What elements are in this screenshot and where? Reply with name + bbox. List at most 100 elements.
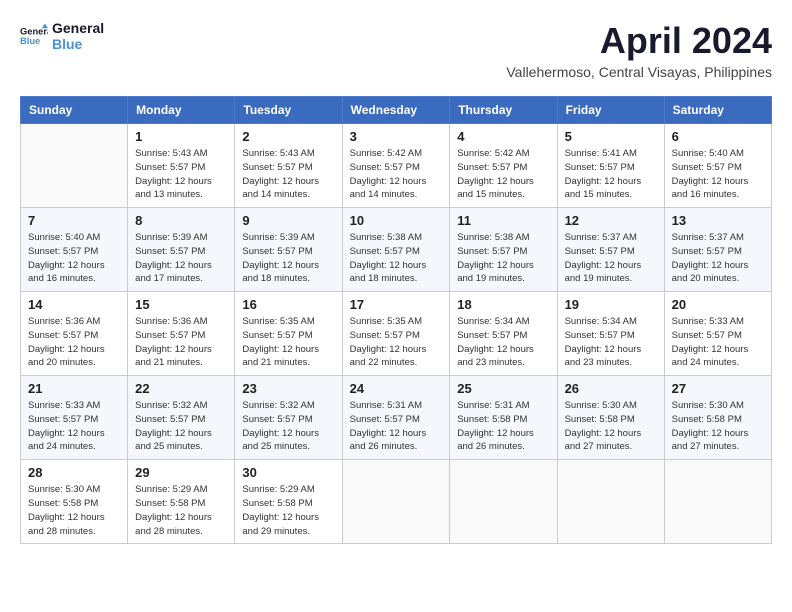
calendar-cell: 22Sunrise: 5:32 AM Sunset: 5:57 PM Dayli… [128,376,235,460]
calendar-cell: 24 Sunrise: 5:31 AM Sunset: 5:57 PM Dayli… [342,376,450,460]
calendar-cell: 20 Sunrise: 5:33 AM Sunset: 5:57 PM Dayli… [664,292,771,376]
day-info: Sunrise: 5:40 AM Sunset: 5:57 PM Dayligh… [28,231,120,286]
day-number: 5 [565,129,657,144]
day-of-week-header: Tuesday [235,97,342,124]
calendar-cell [557,460,664,544]
calendar-cell: 13Sunrise: 5:37 AM Sunset: 5:57 PM Dayli… [664,208,771,292]
day-number: 23 [242,381,334,396]
calendar-cell: 9Sunrise: 5:39 AM Sunset: 5:57 PM Daylig… [235,208,342,292]
day-info: Sunrise: 5:30 AM Sunset: 5:58 PM Dayligh… [565,399,657,454]
day-info: Sunrise: 5:29 AM Sunset: 5:58 PM Dayligh… [242,483,334,538]
calendar-table: SundayMondayTuesdayWednesdayThursdayFrid… [20,96,772,544]
calendar-week-row: 28 Sunrise: 5:30 AM Sunset: 5:58 PM Dayli… [21,460,772,544]
day-number: 1 [135,129,227,144]
day-info: Sunrise: 5:42 AM Sunset: 5:57 PM Dayligh… [350,147,443,202]
day-info: Sunrise: 5:41 AM Sunset: 5:57 PM Dayligh… [565,147,657,202]
day-number: 26 [565,381,657,396]
svg-text:Blue: Blue [20,36,40,46]
calendar-cell: 26 Sunrise: 5:30 AM Sunset: 5:58 PM Dayli… [557,376,664,460]
day-info: Sunrise: 5:40 AM Sunset: 5:57 PM Dayligh… [672,147,764,202]
day-info: Sunrise: 5:36 AM Sunset: 5:57 PM Dayligh… [28,315,120,370]
calendar-cell: 11 Sunrise: 5:38 AM Sunset: 5:57 PM Dayli… [450,208,557,292]
day-number: 21 [28,381,120,396]
day-number: 22 [135,381,227,396]
calendar-cell [450,460,557,544]
day-of-week-header: Wednesday [342,97,450,124]
day-of-week-header: Saturday [664,97,771,124]
day-info: Sunrise: 5:38 AM Sunset: 5:57 PM Dayligh… [350,231,443,286]
day-info: Sunrise: 5:37 AM Sunset: 5:57 PM Dayligh… [565,231,657,286]
day-of-week-header: Friday [557,97,664,124]
calendar-header-row: SundayMondayTuesdayWednesdayThursdayFrid… [21,97,772,124]
calendar-cell: 25 Sunrise: 5:31 AM Sunset: 5:58 PM Dayli… [450,376,557,460]
day-of-week-header: Sunday [21,97,128,124]
day-number: 15 [135,297,227,312]
day-info: Sunrise: 5:34 AM Sunset: 5:57 PM Dayligh… [565,315,657,370]
day-number: 28 [28,465,120,480]
day-number: 30 [242,465,334,480]
calendar-week-row: 14 Sunrise: 5:36 AM Sunset: 5:57 PM Dayli… [21,292,772,376]
calendar-title: April 2024 [506,20,772,62]
day-info: Sunrise: 5:33 AM Sunset: 5:57 PM Dayligh… [672,315,764,370]
day-number: 13 [672,213,764,228]
calendar-cell: 8 Sunrise: 5:39 AM Sunset: 5:57 PM Daylig… [128,208,235,292]
day-number: 18 [457,297,549,312]
day-info: Sunrise: 5:34 AM Sunset: 5:57 PM Dayligh… [457,315,549,370]
day-info: Sunrise: 5:32 AM Sunset: 5:57 PM Dayligh… [242,399,334,454]
day-number: 17 [350,297,443,312]
day-number: 16 [242,297,334,312]
calendar-cell: 19 Sunrise: 5:34 AM Sunset: 5:57 PM Dayli… [557,292,664,376]
day-info: Sunrise: 5:39 AM Sunset: 5:57 PM Dayligh… [242,231,334,286]
day-number: 19 [565,297,657,312]
calendar-cell: 5 Sunrise: 5:41 AM Sunset: 5:57 PM Daylig… [557,124,664,208]
day-number: 10 [350,213,443,228]
logo-text-general: General [52,20,104,36]
day-number: 25 [457,381,549,396]
calendar-subtitle: Vallehermoso, Central Visayas, Philippin… [506,64,772,80]
day-number: 29 [135,465,227,480]
day-number: 6 [672,129,764,144]
calendar-week-row: 7Sunrise: 5:40 AM Sunset: 5:57 PM Daylig… [21,208,772,292]
day-number: 3 [350,129,443,144]
calendar-cell: 23 Sunrise: 5:32 AM Sunset: 5:57 PM Dayli… [235,376,342,460]
day-number: 27 [672,381,764,396]
calendar-cell [664,460,771,544]
day-info: Sunrise: 5:31 AM Sunset: 5:58 PM Dayligh… [457,399,549,454]
calendar-cell: 3 Sunrise: 5:42 AM Sunset: 5:57 PM Daylig… [342,124,450,208]
day-info: Sunrise: 5:43 AM Sunset: 5:57 PM Dayligh… [135,147,227,202]
calendar-cell: 14 Sunrise: 5:36 AM Sunset: 5:57 PM Dayli… [21,292,128,376]
day-info: Sunrise: 5:29 AM Sunset: 5:58 PM Dayligh… [135,483,227,538]
day-info: Sunrise: 5:38 AM Sunset: 5:57 PM Dayligh… [457,231,549,286]
calendar-week-row: 21Sunrise: 5:33 AM Sunset: 5:57 PM Dayli… [21,376,772,460]
day-info: Sunrise: 5:39 AM Sunset: 5:57 PM Dayligh… [135,231,227,286]
calendar-cell: 4 Sunrise: 5:42 AM Sunset: 5:57 PM Daylig… [450,124,557,208]
day-number: 14 [28,297,120,312]
title-section: April 2024 Vallehermoso, Central Visayas… [506,20,772,80]
day-info: Sunrise: 5:30 AM Sunset: 5:58 PM Dayligh… [28,483,120,538]
calendar-cell: 18 Sunrise: 5:34 AM Sunset: 5:57 PM Dayli… [450,292,557,376]
calendar-cell: 6 Sunrise: 5:40 AM Sunset: 5:57 PM Daylig… [664,124,771,208]
day-info: Sunrise: 5:36 AM Sunset: 5:57 PM Dayligh… [135,315,227,370]
calendar-cell: 1 Sunrise: 5:43 AM Sunset: 5:57 PM Daylig… [128,124,235,208]
calendar-cell: 10 Sunrise: 5:38 AM Sunset: 5:57 PM Dayli… [342,208,450,292]
day-number: 8 [135,213,227,228]
day-info: Sunrise: 5:30 AM Sunset: 5:58 PM Dayligh… [672,399,764,454]
day-number: 24 [350,381,443,396]
day-info: Sunrise: 5:43 AM Sunset: 5:57 PM Dayligh… [242,147,334,202]
day-info: Sunrise: 5:35 AM Sunset: 5:57 PM Dayligh… [242,315,334,370]
day-number: 12 [565,213,657,228]
day-number: 4 [457,129,549,144]
logo: General Blue General Blue [20,20,104,52]
day-info: Sunrise: 5:42 AM Sunset: 5:57 PM Dayligh… [457,147,549,202]
calendar-cell: 15 Sunrise: 5:36 AM Sunset: 5:57 PM Dayli… [128,292,235,376]
day-of-week-header: Thursday [450,97,557,124]
calendar-cell: 2 Sunrise: 5:43 AM Sunset: 5:57 PM Daylig… [235,124,342,208]
day-number: 20 [672,297,764,312]
page-header: General Blue General Blue April 2024 Val… [20,20,772,80]
day-number: 2 [242,129,334,144]
calendar-cell: 27 Sunrise: 5:30 AM Sunset: 5:58 PM Dayli… [664,376,771,460]
day-info: Sunrise: 5:31 AM Sunset: 5:57 PM Dayligh… [350,399,443,454]
calendar-cell: 30 Sunrise: 5:29 AM Sunset: 5:58 PM Dayli… [235,460,342,544]
day-number: 11 [457,213,549,228]
calendar-cell: 12 Sunrise: 5:37 AM Sunset: 5:57 PM Dayli… [557,208,664,292]
